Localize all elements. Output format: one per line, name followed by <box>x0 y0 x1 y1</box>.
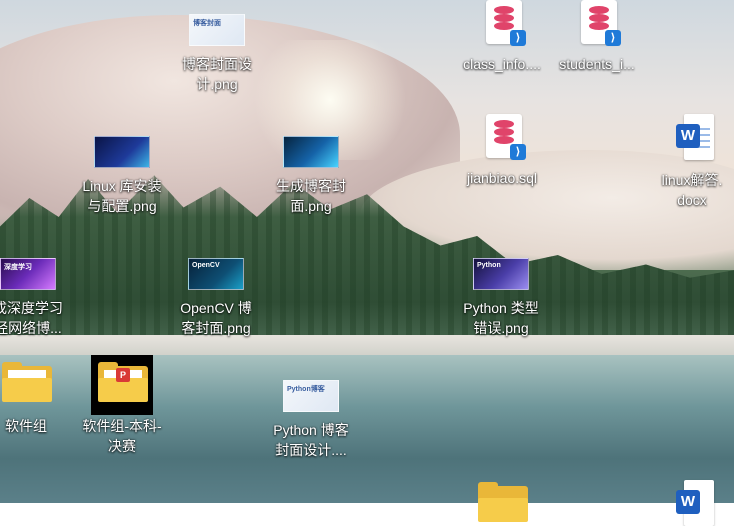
icon-label: 生成博客封 面.png <box>276 178 346 214</box>
image-thumbnail-icon: 深度学习 <box>0 254 56 294</box>
icon-label: Linux 库安装 与配置.png <box>82 178 162 214</box>
desktop-icon-generate-blog-cover[interactable]: 生成博客封 面.png <box>261 132 361 216</box>
image-thumbnail-icon: 博客封面 <box>189 10 245 50</box>
desktop-icon-python-blog-cover[interactable]: Python博客 Python 博客 封面设计.... <box>261 376 361 460</box>
icon-label: 博客封面设 计.png <box>182 56 252 92</box>
folder-icon: P <box>94 362 150 402</box>
desktop-icon-class-info-sql[interactable]: ⟩ class_info.... <box>452 0 552 74</box>
icon-label: 软件组-本科- 决赛 <box>82 418 162 454</box>
image-thumbnail-icon: OpenCV <box>188 254 244 294</box>
icon-label: Python 博客 封面设计.... <box>273 422 349 458</box>
word-document-icon: W <box>664 114 720 160</box>
desktop-icon-software-group-final[interactable]: P 软件组-本科- 决赛 <box>72 362 172 456</box>
image-thumbnail-icon <box>94 132 150 172</box>
word-document-icon: W <box>664 480 720 526</box>
folder-icon <box>474 482 530 522</box>
image-thumbnail-icon <box>283 132 339 172</box>
wallpaper-shore <box>0 335 734 357</box>
icon-label: 软件组 <box>5 418 47 434</box>
desktop-icon-jianbiao-sql[interactable]: ⟩ jianbiao.sql <box>452 114 552 188</box>
icon-label: linux解答. docx <box>661 172 723 208</box>
desktop-icon-linux-answer-docx[interactable]: W linux解答. docx <box>642 114 734 210</box>
sql-file-icon: ⟩ <box>474 114 530 160</box>
desktop-icon-students-sql[interactable]: ⟩ students_i... <box>547 0 647 74</box>
desktop-icon-deep-learning-blog[interactable]: 深度学习 成深度学习 经网络博... <box>0 254 78 338</box>
icon-label: jianbiao.sql <box>466 170 538 186</box>
icon-label: OpenCV 博 客封面.png <box>180 300 252 336</box>
icon-label: 成深度学习 经网络博... <box>0 300 63 336</box>
desktop-icon-blog-cover-design[interactable]: 博客封面 博客封面设 计.png <box>167 10 267 94</box>
folder-icon <box>0 362 54 402</box>
desktop-icon-python-type-error[interactable]: Python Python 类型 错误.png <box>451 254 551 338</box>
desktop-icon-word-partial[interactable]: W <box>642 480 734 526</box>
image-thumbnail-icon: Python <box>473 254 529 294</box>
icon-label: Python 类型 错误.png <box>463 300 539 336</box>
desktop-icon-linux-lib[interactable]: Linux 库安装 与配置.png <box>72 132 172 216</box>
sql-file-icon: ⟩ <box>474 0 530 46</box>
icon-label: students_i... <box>559 56 635 72</box>
desktop-icon-software-group[interactable]: 软件组 <box>0 362 76 436</box>
desktop-icon-opencv-blog[interactable]: OpenCV OpenCV 博 客封面.png <box>166 254 266 338</box>
sql-file-icon: ⟩ <box>569 0 625 46</box>
image-thumbnail-icon: Python博客 <box>283 376 339 416</box>
icon-label: class_info.... <box>463 56 541 72</box>
desktop-icon-folder-partial[interactable] <box>452 482 552 522</box>
